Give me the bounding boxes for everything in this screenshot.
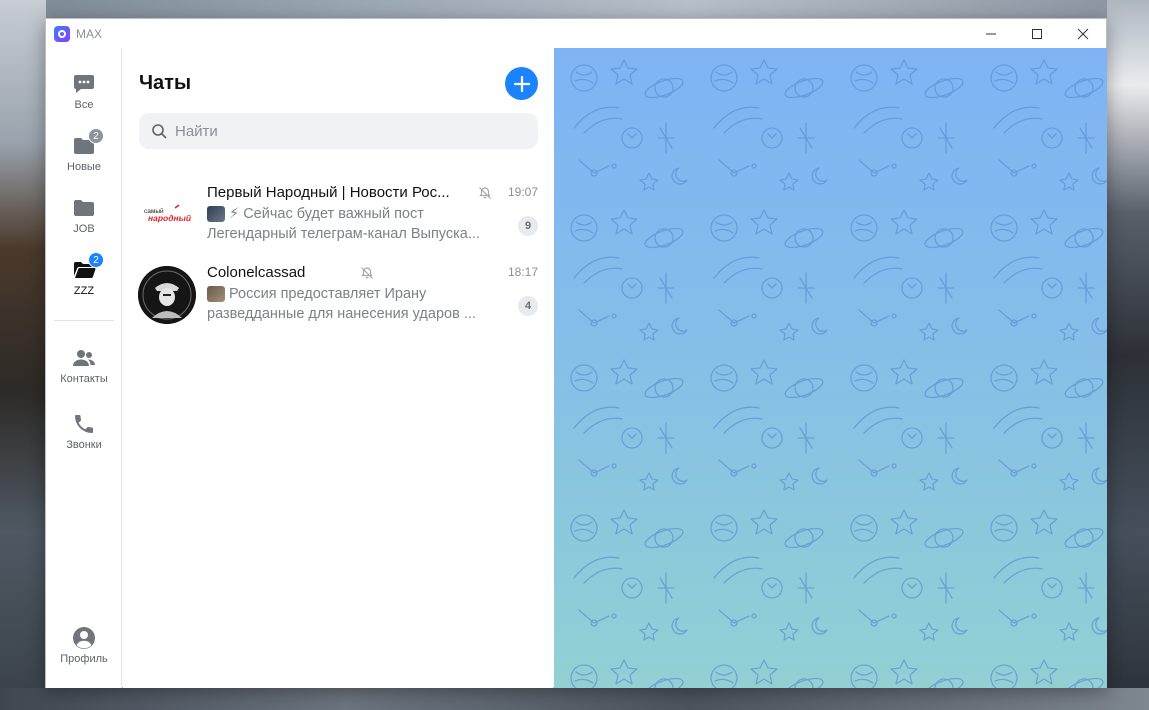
chat-list-pane: Чаты самый народный Первый Н (123, 48, 553, 688)
chat-preview-text: Россия предоставляет Ирану (229, 286, 427, 302)
rail-label-calls: Звонки (66, 439, 102, 451)
minimize-icon (986, 33, 996, 34)
chat-background (554, 48, 1107, 688)
muted-bell-icon (361, 267, 373, 279)
title-bar[interactable]: MAX (46, 19, 1106, 48)
chat-time: 19:07 (507, 185, 538, 199)
rail-label-zzz: ZZZ (73, 285, 95, 297)
chat-name: Colonelcassad (207, 264, 306, 281)
rail-label-all: Все (74, 99, 94, 111)
desktop-wallpaper-top (0, 0, 1149, 18)
chat-list-item[interactable]: самый народный Первый Народный | Новости… (123, 176, 553, 256)
rail-item-all[interactable]: Все (46, 68, 122, 122)
search-icon (152, 124, 167, 139)
page-title: Чаты (139, 72, 192, 94)
window-title: MAX (76, 26, 103, 41)
chat-avatar (138, 266, 196, 324)
search-bar[interactable] (139, 113, 538, 149)
rail-item-job[interactable]: JOB (46, 192, 122, 246)
chat-list-item[interactable]: Colonelcassad 18:17 Россия предоставляет… (123, 256, 553, 336)
rail-label-job: JOB (73, 223, 95, 235)
rail-item-contacts[interactable]: Контакты (46, 342, 122, 396)
folder-open-icon: 2 (72, 252, 104, 282)
media-thumbnail (207, 286, 225, 302)
desktop-wallpaper-right (1107, 0, 1149, 710)
unread-counter: 9 (518, 216, 538, 236)
maximize-icon (1032, 28, 1042, 39)
rail-divider (54, 320, 114, 321)
folder-icon: 2 (72, 128, 104, 158)
chat-bubble-icon (72, 72, 96, 96)
media-thumbnail (207, 206, 225, 222)
folder-icon (72, 196, 96, 220)
rail-item-calls[interactable]: Звонки (46, 408, 122, 462)
rail-item-zzz[interactable]: 2 ZZZ (46, 252, 122, 308)
unread-counter: 4 (518, 296, 538, 316)
new-chat-button[interactable] (505, 67, 538, 100)
desktop-wallpaper-left (0, 0, 46, 710)
profile-icon (72, 626, 96, 650)
users-icon (72, 346, 96, 370)
rail-label-contacts: Контакты (60, 373, 108, 385)
avatar-text-bottom: народный (148, 213, 192, 223)
space-doodle-pattern (554, 48, 1107, 688)
muted-bell-icon (479, 187, 491, 199)
phone-icon (72, 412, 96, 436)
unread-badge: 2 (88, 128, 104, 144)
app-logo-icon (54, 25, 70, 42)
chat-preview-second-line: Легендарный телеграм-канал Выпуска... (207, 226, 480, 242)
close-button[interactable] (1060, 19, 1106, 48)
chat-name: Первый Народный | Новости Рос... (207, 184, 450, 201)
rail-label-profile: Профиль (60, 653, 108, 665)
chat-time: 18:17 (507, 265, 538, 279)
rail-item-new[interactable]: 2 Новые (46, 128, 122, 184)
plus-icon (513, 75, 530, 92)
app-window: MAX Все 2 Новые JOB 2 ZZZ Контакты Звонк… (45, 18, 1107, 688)
search-input[interactable] (175, 122, 515, 140)
rail-item-profile[interactable]: Профиль (46, 622, 122, 676)
rail-label-new: Новые (67, 161, 101, 173)
chat-preview-second-line: разведданные для нанесения ударов ... (207, 306, 476, 322)
chat-preview: ⚡ Сейчас будет важный пост (207, 206, 424, 222)
unread-badge: 2 (88, 252, 104, 268)
chat-preview: Россия предоставляет Ирану (207, 286, 426, 302)
close-icon (1077, 28, 1089, 39)
chat-avatar: самый народный (138, 186, 196, 244)
folder-rail: Все 2 Новые JOB 2 ZZZ Контакты Звонки Пр… (46, 48, 122, 688)
chat-preview-text: ⚡ Сейчас будет важный пост (229, 206, 424, 222)
maximize-button[interactable] (1014, 19, 1060, 48)
window-controls (968, 19, 1106, 48)
desktop-wallpaper-bottom (0, 688, 1149, 710)
minimize-button[interactable] (968, 19, 1014, 48)
